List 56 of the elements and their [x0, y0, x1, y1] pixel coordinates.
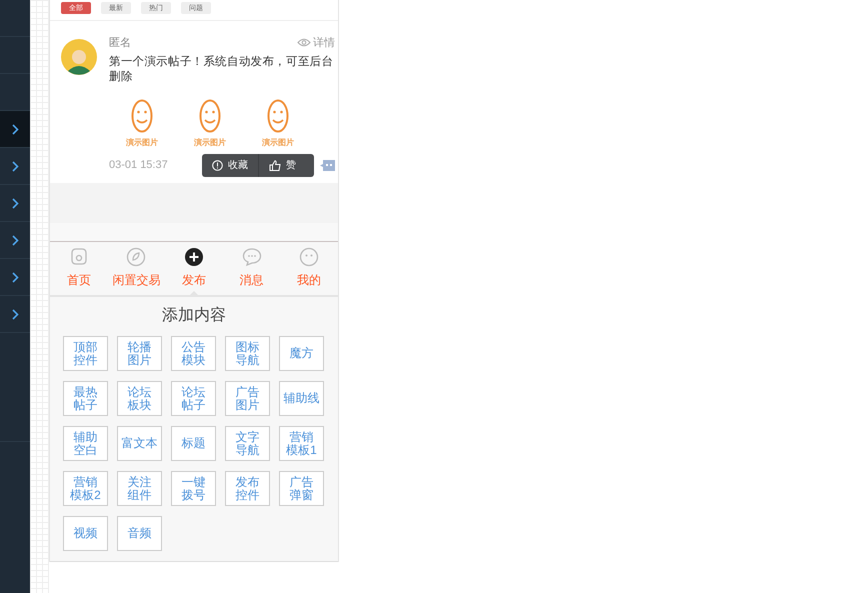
comment-icon[interactable]	[320, 160, 335, 170]
component-button[interactable]: 广告弹窗	[279, 471, 324, 506]
tab-bar-item[interactable]: 闲置交易	[108, 242, 166, 295]
details-link[interactable]: 详情	[313, 35, 335, 50]
component-button[interactable]: 图标导航	[225, 336, 270, 371]
chevron-icon[interactable]	[12, 272, 18, 282]
component-button[interactable]: 广告图片	[225, 381, 270, 416]
plus-icon	[182, 246, 205, 268]
component-button[interactable]: 发布控件	[225, 471, 270, 506]
component-button[interactable]: 辅助线	[279, 381, 324, 416]
post-time: 03-01 15:37	[109, 159, 169, 171]
image-caption: 演示图片	[126, 137, 158, 148]
post-text: 第一个演示帖子！系统自动发布，可至后台删除	[109, 55, 334, 85]
component-button[interactable]: 文字导航	[225, 426, 270, 461]
component-button[interactable]: 营销模板1	[279, 426, 324, 461]
smiley-icon	[199, 99, 221, 133]
thumbs-up-icon	[269, 160, 281, 170]
component-button[interactable]: 论坛板块	[117, 381, 162, 416]
chevron-icon[interactable]	[12, 198, 18, 208]
image-caption: 演示图片	[262, 137, 294, 148]
chevron-icon[interactable]	[12, 160, 18, 172]
component-button[interactable]: 一键拨号	[171, 471, 216, 506]
chat-icon	[240, 246, 263, 268]
face-icon	[298, 246, 320, 268]
chevron-icon[interactable]	[12, 308, 18, 320]
tab-bar-item[interactable]: 发布	[165, 242, 223, 295]
sidebar-item[interactable]	[0, 111, 30, 148]
action-button[interactable]: 赞	[258, 154, 314, 176]
action-button[interactable]: 收藏	[202, 154, 258, 176]
component-button[interactable]: 辅助空白	[63, 426, 108, 461]
avatar	[61, 39, 97, 75]
component-button[interactable]: 论坛帖子	[171, 381, 216, 416]
component-button[interactable]: 标题	[171, 426, 216, 461]
chevron-icon[interactable]	[12, 124, 18, 134]
tab-bar-item[interactable]: 首页	[50, 242, 108, 295]
component-button[interactable]: 富文本	[117, 426, 162, 461]
component-button[interactable]: 音频	[117, 516, 162, 551]
component-button[interactable]: 关注组件	[117, 471, 162, 506]
leaf-icon	[125, 246, 148, 268]
component-button[interactable]: 视频	[63, 516, 108, 551]
smiley-icon	[267, 99, 289, 133]
author-name: 匿名	[109, 36, 131, 50]
component-button[interactable]: 营销模板2	[63, 471, 108, 506]
eye-icon	[297, 38, 311, 47]
component-button[interactable]: 最热帖子	[63, 381, 108, 416]
info-icon	[212, 160, 223, 170]
panel-title: 添加内容	[161, 306, 227, 326]
image-caption: 演示图片	[194, 137, 226, 148]
smiley-icon	[131, 99, 153, 133]
component-button[interactable]: 魔方	[279, 336, 324, 371]
component-button[interactable]: 公告模块	[171, 336, 216, 371]
component-button[interactable]: 顶部控件	[63, 336, 108, 371]
tab-bar-item[interactable]: 我的	[280, 242, 338, 295]
chevron-icon[interactable]	[12, 234, 18, 246]
tab-bar-item[interactable]: 消息	[222, 242, 280, 295]
component-button[interactable]: 轮播图片	[117, 336, 162, 371]
